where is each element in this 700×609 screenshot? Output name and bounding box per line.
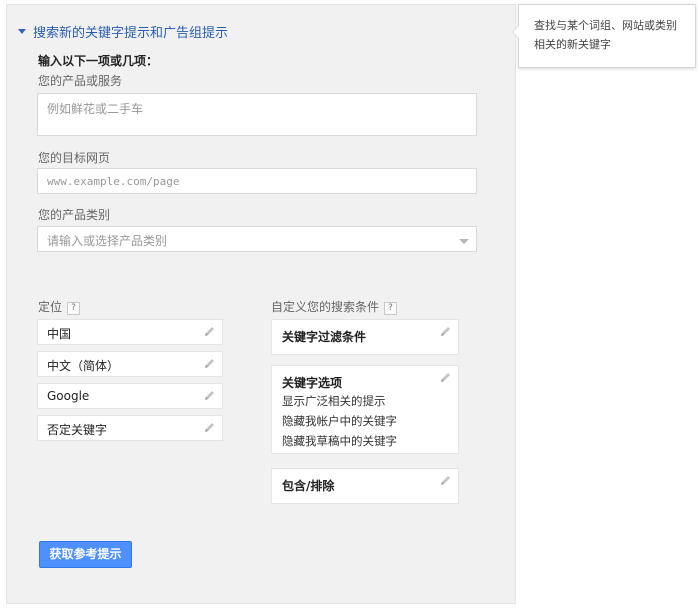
- pencil-icon[interactable]: [438, 371, 452, 385]
- help-icon[interactable]: ?: [384, 302, 398, 315]
- targeting-network[interactable]: Google: [37, 383, 223, 409]
- product-placeholder: 例如鲜花或二手车: [47, 102, 144, 116]
- targeting-location-label: 中国: [47, 327, 72, 341]
- keyword-options-title: 关键字选项: [282, 376, 343, 390]
- keyword-filters-title: 关键字过滤条件: [282, 330, 367, 344]
- keyword-option-line: 隐藏我帐户中的关键字: [282, 414, 397, 428]
- include-exclude-title: 包含/排除: [282, 479, 335, 493]
- category-label: 您的产品类别: [38, 208, 111, 222]
- targeting-language-label: 中文（简体）: [47, 359, 120, 373]
- targeting-label: 定位: [38, 300, 63, 314]
- targeting-language[interactable]: 中文（简体）: [37, 351, 223, 377]
- product-input[interactable]: 例如鲜花或二手车: [37, 93, 477, 136]
- targeting-negative-label: 否定关键字: [47, 423, 108, 437]
- tooltip-text: 查找与某个词组、网站或类别相关的新关键字: [534, 19, 677, 51]
- keyword-options-box[interactable]: 关键字选项 显示广泛相关的提示 隐藏我帐户中的关键字 隐藏我草稿中的关键字: [271, 365, 459, 454]
- targeting-network-label: Google: [47, 389, 90, 403]
- category-placeholder: 请输入或选择产品类别: [47, 234, 168, 248]
- targeting-negative-keywords[interactable]: 否定关键字: [37, 415, 223, 441]
- custom-heading: 自定义您的搜索条件?: [271, 298, 398, 315]
- landing-page-label: 您的目标网页: [38, 151, 111, 165]
- category-select[interactable]: 请输入或选择产品类别: [37, 226, 477, 252]
- custom-label: 自定义您的搜索条件: [271, 300, 380, 314]
- landing-page-placeholder: www.example.com/page: [47, 175, 180, 188]
- pencil-icon[interactable]: [438, 325, 452, 339]
- form-intro: 输入以下一项或几项：: [38, 54, 159, 68]
- include-exclude-box[interactable]: 包含/排除: [271, 468, 459, 504]
- keyword-filters-box[interactable]: 关键字过滤条件: [271, 319, 459, 355]
- section-title[interactable]: 搜索新的关键字提示和广告组提示: [33, 22, 228, 41]
- tooltip: 查找与某个词组、网站或类别相关的新关键字: [512, 4, 696, 68]
- landing-page-input[interactable]: www.example.com/page: [37, 168, 477, 194]
- targeting-heading: 定位?: [38, 298, 81, 315]
- help-icon[interactable]: ?: [67, 302, 81, 315]
- pencil-icon[interactable]: [202, 357, 216, 371]
- targeting-location[interactable]: 中国: [37, 319, 223, 345]
- dropdown-arrow-icon[interactable]: [459, 239, 469, 244]
- pencil-icon[interactable]: [202, 421, 216, 435]
- caret-down-icon[interactable]: [18, 29, 26, 34]
- keyword-option-line: 显示广泛相关的提示: [282, 394, 386, 408]
- pencil-icon[interactable]: [438, 474, 452, 488]
- section-header[interactable]: 搜索新的关键字提示和广告组提示: [18, 22, 228, 41]
- pencil-icon[interactable]: [202, 389, 216, 403]
- tooltip-arrow: [512, 25, 519, 39]
- get-ideas-button[interactable]: 获取参考提示: [39, 541, 132, 568]
- product-label: 您的产品或服务: [38, 74, 123, 88]
- keyword-option-line: 隐藏我草稿中的关键字: [282, 434, 397, 448]
- pencil-icon[interactable]: [202, 325, 216, 339]
